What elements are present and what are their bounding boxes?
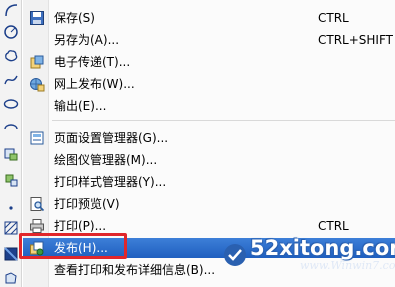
menu-item-label: 页面设置管理器(G)...: [54, 131, 169, 145]
menu-item-page-setup[interactable]: 页面设置管理器(G)...: [23, 128, 395, 148]
spline-tool-icon[interactable]: [3, 72, 19, 88]
make-block-tool-icon[interactable]: [3, 172, 19, 188]
menu-item-plotter-manager[interactable]: 绘图仪管理器(M)...: [23, 150, 395, 170]
ellipse-arc-tool-icon[interactable]: [3, 120, 19, 136]
menu-item-label: 网上发布(W)...: [54, 77, 135, 91]
insert-block-tool-icon[interactable]: [3, 146, 19, 162]
menu-item-shortcut: CTRL: [318, 219, 349, 233]
menu-item-label: 输出(E)...: [54, 99, 107, 113]
print-preview-icon: [29, 196, 45, 212]
point-tool-icon[interactable]: [3, 198, 19, 214]
hatch-tool-icon[interactable]: [3, 220, 19, 236]
watermark-logo-icon: [222, 242, 248, 268]
arc-tool-icon[interactable]: [3, 2, 19, 18]
page-setup-icon: [29, 130, 45, 146]
menu-item-label: 绘图仪管理器(M)...: [54, 153, 158, 167]
menu-item-shortcut: CTRL+SHIFT: [318, 33, 393, 47]
menu-item-label: 打印预览(V): [54, 197, 120, 211]
ellipse-tool-icon[interactable]: [3, 96, 19, 112]
print-icon: [29, 218, 45, 234]
menu-item-save[interactable]: 保存(S) CTRL: [23, 8, 395, 28]
menu-item-label: 保存(S): [54, 11, 95, 25]
menu-item-publish-web[interactable]: 网上发布(W)...: [23, 74, 395, 94]
menu-item-label: 另存为(A)...: [54, 33, 120, 47]
menu-separator: [52, 120, 395, 121]
menu-item-label: 电子传递(T)...: [54, 55, 131, 69]
watermark-sub-text: www.Winwin7.com: [300, 259, 395, 272]
revcloud-tool-icon[interactable]: [3, 48, 19, 64]
gradient-tool-icon[interactable]: [3, 246, 19, 262]
region-tool-icon[interactable]: [3, 270, 19, 286]
menu-item-plot-style-manager[interactable]: 打印样式管理器(Y)...: [23, 172, 395, 192]
site-watermark: 52xitong.com www.Winwin7.com: [222, 236, 395, 278]
highlight-outline: [19, 233, 127, 259]
publish-web-icon: [29, 76, 45, 92]
menu-item-export[interactable]: 输出(E)...: [23, 96, 395, 116]
save-icon: [29, 10, 45, 26]
circle-tool-icon[interactable]: [3, 24, 19, 40]
menu-item-shortcut: CTRL: [318, 11, 349, 25]
menu-item-print-preview[interactable]: 打印预览(V): [23, 194, 395, 214]
menu-item-label: 查看打印和发布详细信息(B)...: [54, 263, 216, 277]
menu-item-etransmit[interactable]: 电子传递(T)...: [23, 52, 395, 72]
watermark-main-text: 52xitong.com: [250, 236, 395, 260]
menu-item-label: 打印样式管理器(Y)...: [54, 175, 167, 189]
menu-item-save-as[interactable]: 另存为(A)... CTRL+SHIFT: [23, 30, 395, 50]
etransmit-icon: [29, 54, 45, 70]
